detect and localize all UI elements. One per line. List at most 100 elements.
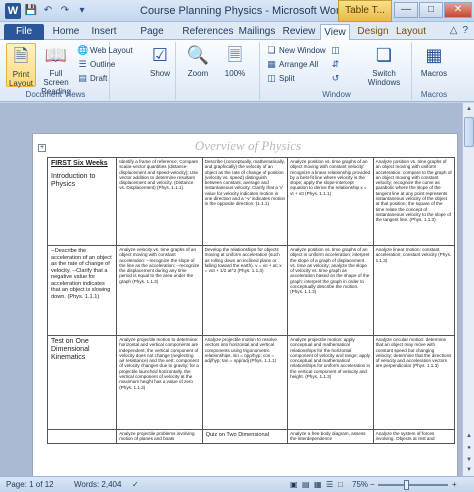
table-cell[interactable]: Analyze position vs. time graphs of an o… (372, 157, 456, 246)
arrange-all-button[interactable]: ▦ Arrange All (266, 58, 318, 71)
table-tools-context-tab[interactable]: Table T... (338, 0, 392, 22)
tab-file[interactable]: File (4, 24, 44, 40)
cell-text: Analyze projectile problems involving mo… (119, 431, 195, 442)
ribbon: 🗎 Print Layout 📖 Full Screen Reading 🌐 We… (0, 40, 474, 102)
sync-scroll-icon: ⇵ (331, 59, 340, 69)
scroll-up-icon[interactable]: ▲ (464, 104, 474, 114)
view-side-by-side-button[interactable]: ◫ (330, 44, 343, 57)
view-draft-icon[interactable]: □ (338, 477, 343, 492)
table-cell[interactable]: Analyze projectile motion to determine: … (116, 335, 203, 430)
cell-text: Analyze linear motion: constant accelera… (375, 247, 452, 263)
web-layout-icon: 🌐 (77, 45, 89, 55)
view-print-layout-icon[interactable]: ▣ (290, 477, 298, 492)
view-web-layout-icon[interactable]: ▦ (314, 477, 322, 492)
zoom-in-icon[interactable]: + (452, 477, 457, 492)
outline-icon: ☰ (78, 59, 87, 69)
table-cell[interactable]: Analyze a free body diagram, assess the … (287, 429, 374, 444)
close-icon[interactable]: ✕ (444, 2, 472, 18)
zoom-100-button[interactable]: 🗏 100% (218, 43, 252, 87)
print-layout-button[interactable]: 🗎 Print Layout (6, 43, 36, 88)
table-cell[interactable]: Test on One Dimensional Kinematics (46, 335, 118, 430)
macros-button[interactable]: ▦ Macros (418, 43, 450, 87)
minimize-ribbon-icon[interactable]: △ (450, 25, 458, 36)
table-cell[interactable]: Develop the relationships for objects mo… (201, 245, 289, 336)
tab-view[interactable]: View (320, 24, 350, 40)
browse-object-icon[interactable]: ● (464, 443, 474, 453)
reset-window-position-button[interactable]: ↺ (330, 72, 343, 85)
table-cell[interactable]: Describe (conceptually, mathematically, … (201, 157, 289, 246)
group-zoom: 🔍 Zoom 🗏 100% (178, 42, 260, 100)
new-window-button[interactable]: ❏ New Window (266, 44, 325, 57)
customize-icon[interactable]: ▾ (75, 4, 89, 18)
zoom-button[interactable]: 🔍 Zoom (182, 43, 214, 87)
table-cell[interactable]: Identify a frame of reference; Compare s… (116, 157, 203, 246)
table-cell[interactable]: Analyze position vs. time graphs of an o… (287, 157, 374, 246)
switch-windows-button[interactable]: ❏ Switch Windows (360, 43, 408, 87)
tab-page-layout[interactable]: Page Layout (124, 24, 180, 53)
table-cell[interactable] (46, 429, 118, 444)
redo-icon[interactable]: ↷ (58, 4, 72, 18)
tab-layout[interactable]: Layout (394, 24, 428, 40)
table-cell[interactable]: Analyze velocity vs. time graphs of an o… (116, 245, 203, 336)
split-icon: ◫ (267, 73, 276, 83)
tab-design[interactable]: Design (354, 24, 392, 40)
tab-home[interactable]: Home (48, 24, 84, 40)
save-icon[interactable]: 💾 (24, 4, 38, 18)
cell-text: Analyze projectile motion to determine: … (119, 337, 199, 390)
minimize-icon[interactable]: — (394, 2, 418, 18)
outline-button[interactable]: ☰ Outline (77, 58, 115, 71)
table-cell[interactable]: Analyze the system of forces involving. … (372, 429, 456, 444)
undo-icon[interactable]: ↶ (41, 4, 55, 18)
tab-mailings[interactable]: Mailings (236, 24, 278, 40)
window-title: Course Planning Physics - Microsoft Word (140, 5, 346, 17)
cell-text: Analyze a free body diagram, assess the … (290, 431, 366, 442)
table-row: FIRST Six Weeks Introduction to Physics … (46, 157, 456, 246)
table-cell[interactable]: --Describe the acceleration of an object… (46, 245, 118, 336)
zoom-slider-handle[interactable] (404, 480, 409, 490)
vertical-scrollbar[interactable]: ▲ ▲ ● ▼ ▼ (462, 103, 474, 476)
cell-text: Analyze position vs. time graphs of an o… (375, 159, 452, 223)
table-row: Analyze projectile problems involving mo… (46, 429, 456, 444)
table-cell[interactable]: Analyze circular motion: determine that … (372, 335, 456, 430)
maximize-icon[interactable]: □ (419, 2, 443, 18)
word-app-icon[interactable]: W (5, 3, 21, 19)
full-screen-reading-button[interactable]: 📖 Full Screen Reading (38, 43, 74, 96)
word-count[interactable]: Words: 2,404 (74, 477, 121, 492)
table-cell[interactable]: Quiz on Two Dimensional (201, 429, 289, 444)
table-move-handle-icon[interactable]: + (38, 144, 46, 152)
help-icon[interactable]: ? (462, 25, 468, 36)
split-button[interactable]: ◫ Split (266, 72, 294, 85)
table-cell[interactable]: Analyze position vs. time graphs of an o… (287, 245, 374, 336)
group-window: ❏ New Window ▦ Arrange All ◫ Split ◫ ⇵ ↺ ❏ … (262, 42, 412, 100)
table-cell[interactable]: Analyze projectile motion to resolve vec… (201, 335, 289, 430)
previous-page-icon[interactable]: ▲ (464, 431, 474, 441)
print-layout-label: Print Layout (8, 70, 34, 88)
proofing-icon[interactable]: ✓ (132, 477, 139, 492)
title-bar: W 💾 ↶ ↷ ▾ Course Planning Physics - Micr… (0, 0, 474, 22)
draft-button[interactable]: ▤ Draft (77, 72, 107, 85)
zoom-level[interactable]: 75% (352, 477, 368, 492)
table-cell[interactable]: Analyze projectile problems involving mo… (116, 429, 203, 444)
tab-review[interactable]: Review (280, 24, 318, 40)
course-table[interactable]: FIRST Six Weeks Introduction to Physics … (46, 157, 456, 444)
view-outline-icon[interactable]: ☰ (326, 477, 333, 492)
cell-text: Identify a frame of reference; Compare s… (119, 159, 199, 191)
tab-references[interactable]: References (182, 24, 234, 40)
view-full-screen-icon[interactable]: ▤ (302, 477, 310, 492)
table-row: --Describe the acceleration of an object… (46, 245, 456, 336)
tab-insert[interactable]: Insert (86, 24, 122, 40)
table-cell[interactable]: FIRST Six Weeks Introduction to Physics (46, 157, 118, 246)
table-cell[interactable]: Analyze projectile motion: apply concept… (287, 335, 374, 430)
zoom-out-icon[interactable]: − (370, 477, 375, 492)
scroll-down-icon[interactable]: ▼ (464, 465, 474, 475)
show-button[interactable]: ☑ Show (146, 43, 174, 87)
scroll-thumb[interactable] (464, 117, 474, 147)
draft-label: Draft (90, 74, 108, 83)
synchronous-scrolling-button[interactable]: ⇵ (330, 58, 343, 71)
table-cell[interactable]: Analyze linear motion: constant accelera… (372, 245, 456, 336)
document-page[interactable]: Overview of Physics FIRST Six Weeks Intr… (32, 133, 458, 476)
zoom-slider[interactable] (378, 480, 448, 490)
web-layout-button[interactable]: 🌐 Web Layout (77, 44, 133, 57)
page-count[interactable]: Page: 1 of 12 (6, 477, 54, 492)
next-page-icon[interactable]: ▼ (464, 455, 474, 465)
